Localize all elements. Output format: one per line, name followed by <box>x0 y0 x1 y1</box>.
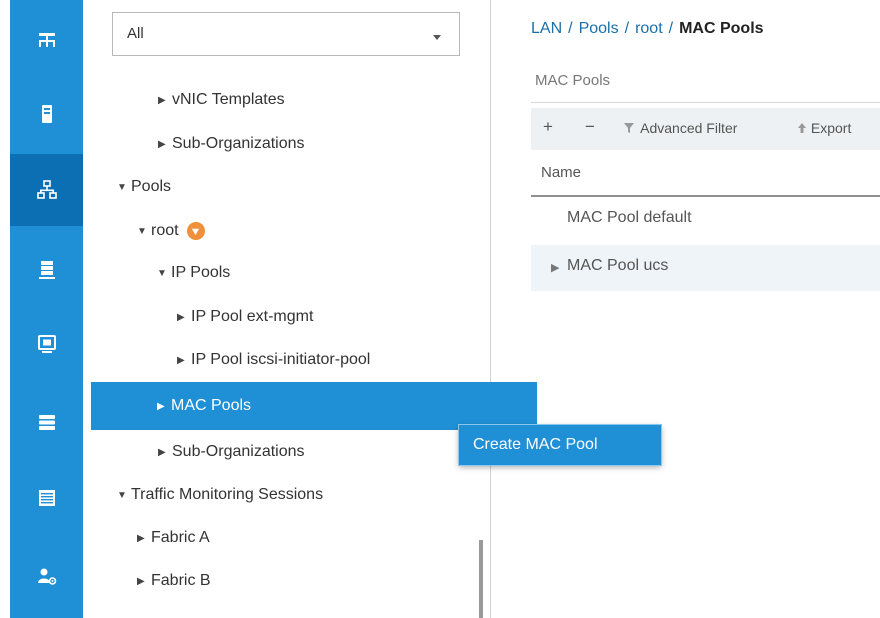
breadcrumb-pools[interactable]: Pools <box>579 20 619 37</box>
rail-san[interactable] <box>10 234 83 306</box>
tree-item-fabric-b[interactable]: ▶ Fabric B <box>83 561 525 601</box>
collapse-arrow-icon: ▼ <box>117 489 127 501</box>
expand-arrow-icon: ▶ <box>137 532 145 544</box>
tree-item-label: Sub-Organizations <box>172 443 305 460</box>
tree-item-label: IP Pool iscsi-initiator-pool <box>191 351 371 368</box>
column-header-name[interactable]: Name <box>541 164 581 181</box>
nav-icon-rail <box>10 0 83 618</box>
rail-vm[interactable] <box>10 308 83 380</box>
export-button[interactable]: Export <box>797 120 851 136</box>
table-row[interactable]: MAC Pool default <box>531 197 880 243</box>
tree-item-mac-pools[interactable]: ▶ MAC Pools <box>91 382 537 430</box>
nav-scrollbar[interactable] <box>479 540 483 618</box>
chevron-down-icon <box>433 35 441 40</box>
tree-item-ip-pool-ext-mgmt[interactable]: ▶ IP Pool ext-mgmt <box>83 297 565 337</box>
chassis-icon <box>38 490 55 506</box>
tree-item-root[interactable]: ▼ root <box>83 211 525 251</box>
servers-icon <box>41 105 52 123</box>
navigation-panel: All ▶ vNIC Templates ▶ Sub-Organizations… <box>83 0 537 618</box>
breadcrumb-lan[interactable]: LAN <box>531 20 562 37</box>
expand-arrow-icon[interactable]: ▶ <box>551 261 559 274</box>
expand-arrow-icon: ▶ <box>177 354 185 366</box>
storage-icon <box>38 415 55 430</box>
remove-button[interactable]: − <box>585 117 595 137</box>
collapse-arrow-icon: ▼ <box>157 267 167 279</box>
collapse-arrow-icon: ▼ <box>117 181 127 193</box>
panel-title: MAC Pools <box>535 72 611 89</box>
rail-admin[interactable] <box>10 540 83 612</box>
breadcrumb-separator: / <box>624 20 630 37</box>
breadcrumb-separator: / <box>568 20 573 37</box>
organization-badge-icon <box>186 222 205 240</box>
rail-chassis[interactable] <box>10 462 83 534</box>
export-label: Export <box>810 120 852 136</box>
tree-item-sub-organizations[interactable]: ▶ Sub-Organizations <box>83 124 546 164</box>
filter-value: All <box>127 25 144 42</box>
rail-edge <box>0 0 10 618</box>
breadcrumb-separator: / <box>668 20 674 37</box>
breadcrumb: LAN / Pools / root / MAC Pools <box>531 20 764 38</box>
tree-item-label: Pools <box>131 178 172 195</box>
advanced-filter-button[interactable]: Advanced Filter <box>623 120 737 136</box>
expand-arrow-icon: ▶ <box>157 400 165 412</box>
expand-arrow-icon: ▶ <box>158 94 166 106</box>
row-name: MAC Pool default <box>567 209 692 226</box>
tree-item-pools[interactable]: ▼ Pools <box>83 167 505 207</box>
rail-storage[interactable] <box>10 386 83 458</box>
tree-item-label: Sub-Organizations <box>172 135 305 152</box>
collapse-arrow-icon: ▼ <box>137 225 147 237</box>
expand-arrow-icon: ▶ <box>177 311 185 323</box>
lan-icon <box>36 180 57 199</box>
tree-item-label: vNIC Templates <box>172 91 285 108</box>
tree-item-traffic-monitoring[interactable]: ▼ Traffic Monitoring Sessions <box>83 475 505 515</box>
tree-item-ip-pool-iscsi[interactable]: ▶ IP Pool iscsi-initiator-pool <box>83 340 565 380</box>
content-panel: LAN / Pools / root / MAC Pools MAC Pools + − A… <box>500 0 880 618</box>
admin-icon <box>37 568 56 585</box>
table-header: Name <box>531 150 880 197</box>
tree-item-label: IP Pools <box>171 264 231 281</box>
expand-arrow-icon: ▶ <box>137 575 145 587</box>
breadcrumb-root[interactable]: root <box>635 20 663 37</box>
vm-icon <box>37 335 56 353</box>
add-button[interactable]: + <box>543 117 553 137</box>
rail-servers[interactable] <box>10 78 83 150</box>
advanced-filter-label: Advanced Filter <box>640 120 738 136</box>
breadcrumb-current: MAC Pools <box>679 20 764 37</box>
tree-item-label: Fabric A <box>151 529 210 546</box>
tree-item-label: IP Pool ext-mgmt <box>191 308 314 325</box>
san-icon <box>38 261 55 279</box>
tree-item-label: Traffic Monitoring Sessions <box>131 486 324 503</box>
tree-item-label: MAC Pools <box>171 397 252 414</box>
filter-icon <box>624 123 634 133</box>
equipment-icon <box>38 33 55 47</box>
tree-item-label: Fabric B <box>151 572 211 589</box>
row-name: MAC Pool ucs <box>567 257 669 274</box>
rail-equipment[interactable] <box>10 4 83 76</box>
rail-lan[interactable] <box>10 154 83 226</box>
tree-item-vnic-templates[interactable]: ▶ vNIC Templates <box>83 80 546 120</box>
export-icon <box>798 123 806 133</box>
tree-item-fabric-a[interactable]: ▶ Fabric A <box>83 518 525 558</box>
table-toolbar: + − Advanced Filter Export <box>531 108 880 150</box>
tree-item-label: root <box>151 222 179 239</box>
divider <box>531 102 880 103</box>
tree-item-ip-pools[interactable]: ▼ IP Pools <box>83 253 545 293</box>
expand-arrow-icon: ▶ <box>158 446 166 458</box>
expand-arrow-icon: ▶ <box>158 138 166 150</box>
filter-dropdown[interactable]: All <box>112 12 460 56</box>
table-row[interactable]: ▶ MAC Pool ucs <box>531 245 880 291</box>
